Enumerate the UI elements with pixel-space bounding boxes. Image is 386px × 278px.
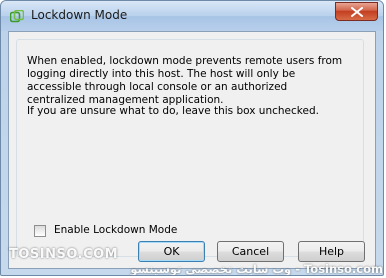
enable-lockdown-label[interactable]: Enable Lockdown Mode bbox=[54, 224, 177, 236]
enable-lockdown-checkbox[interactable] bbox=[34, 225, 46, 237]
watermark-right: وب سایت تخصصی توسینسو - Tosinso.com bbox=[130, 262, 383, 276]
watermark-left: TOSINSO.COM bbox=[9, 247, 119, 262]
title-bar[interactable]: Lockdown Mode bbox=[1, 1, 383, 31]
close-icon bbox=[351, 7, 363, 17]
dialog-window: Lockdown Mode When enabled, lockdown mod… bbox=[0, 0, 384, 276]
vsphere-app-icon bbox=[9, 9, 25, 23]
description-text: When enabled, lockdown mode prevents rem… bbox=[27, 55, 343, 106]
ok-button[interactable]: OK bbox=[138, 241, 205, 262]
cancel-button[interactable]: Cancel bbox=[217, 241, 284, 262]
close-button[interactable] bbox=[335, 2, 378, 21]
hint-text: If you are unsure what to do, leave this… bbox=[27, 105, 319, 117]
window-title: Lockdown Mode bbox=[31, 8, 128, 22]
help-button[interactable]: Help bbox=[298, 241, 365, 262]
dialog-client-area: When enabled, lockdown mode prevents rem… bbox=[8, 31, 376, 269]
